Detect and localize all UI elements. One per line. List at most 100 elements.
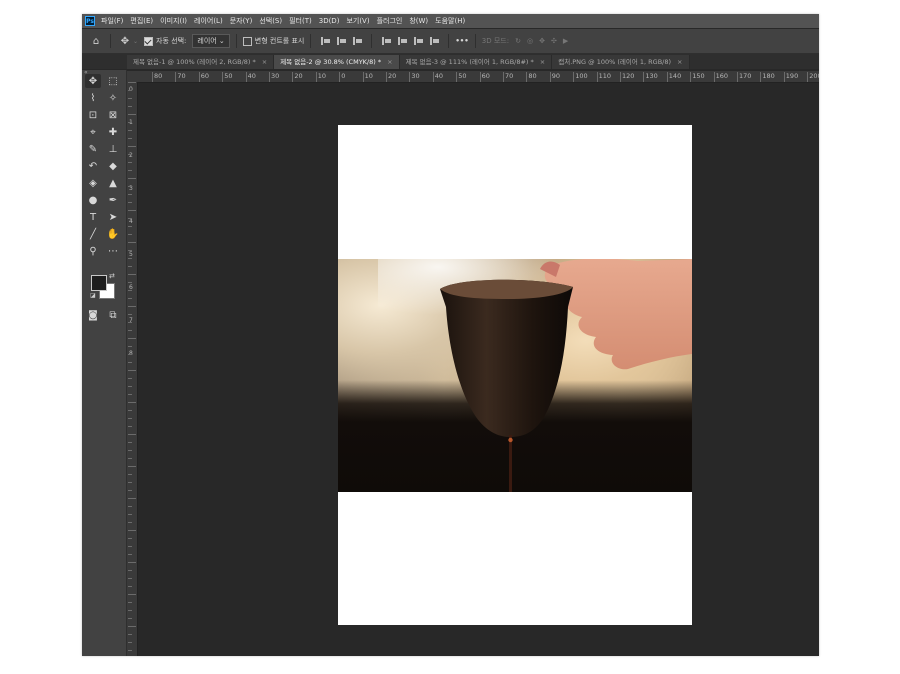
tab-label: 제목 없음-2 @ 30.8% (CMYK/8) * (280, 58, 382, 66)
tab-document-2[interactable]: 제목 없음-2 @ 30.8% (CMYK/8) * × (274, 55, 400, 69)
3d-roll-icon[interactable]: ◎ (527, 37, 533, 45)
close-icon[interactable]: × (677, 55, 682, 69)
tab-document-3[interactable]: 제목 없음-3 @ 111% (레이어 1, RGB/8#) * × (399, 55, 553, 69)
pen-tool-icon[interactable]: ✒ (105, 193, 121, 207)
more-options-button[interactable]: ••• (455, 37, 468, 45)
divider (474, 34, 476, 48)
3d-orbit-icon[interactable]: ↻ (515, 37, 521, 45)
type-tool-icon[interactable]: T (85, 210, 101, 224)
ruler-v-tick (128, 298, 132, 299)
document-canvas[interactable] (338, 125, 692, 625)
menu-bar: Ps 파일(F) 편집(E) 이미지(I) 레이어(L) 문자(Y) 선택(S)… (82, 14, 819, 28)
menu-file[interactable]: 파일(F) (101, 16, 123, 26)
crop-tool-icon[interactable]: ⊡ (85, 108, 101, 122)
align-bottom-icon[interactable] (412, 35, 424, 47)
blur-tool-icon[interactable]: ▲ (105, 176, 121, 190)
menu-type[interactable]: 문자(Y) (230, 16, 253, 26)
ruler-v-tick (128, 570, 132, 571)
align-top-icon[interactable] (380, 35, 392, 47)
marquee-tool-icon[interactable]: ⬚ (105, 74, 121, 88)
menu-image[interactable]: 이미지(I) (160, 16, 187, 26)
ruler-v-tick (128, 378, 132, 379)
move-tool-preset-icon[interactable]: ✥ (117, 33, 133, 49)
divider (235, 34, 237, 48)
stamp-tool-icon[interactable]: ⊥ (105, 142, 121, 156)
eyedropper-icon[interactable]: ⌖ (85, 125, 101, 139)
ruler-h-label: 180 (760, 72, 775, 82)
ruler-v-tick (128, 138, 132, 139)
ruler-v-tick (128, 194, 132, 195)
menu-select[interactable]: 선택(S) (259, 16, 282, 26)
align-center-icon[interactable] (335, 35, 347, 47)
lasso-tool-icon[interactable]: ⌇ (85, 91, 101, 105)
menu-help[interactable]: 도움말(H) (435, 16, 465, 26)
tab-capture-png[interactable]: 캡처.PNG @ 100% (레이어 1, RGB/8) × (552, 55, 690, 69)
ruler-h-label: 20 (292, 72, 303, 82)
ruler-v-label: 5 (129, 251, 133, 258)
path-select-icon[interactable]: ➤ (105, 210, 121, 224)
frame-tool-icon[interactable]: ⊠ (105, 108, 121, 122)
distribute-icon[interactable] (428, 35, 440, 47)
quick-mask-icon[interactable]: ◙ (85, 308, 101, 322)
ruler-v-tick (128, 234, 132, 235)
ruler-v-tick (128, 594, 136, 595)
eraser-tool-icon[interactable]: ◆ (105, 159, 121, 173)
ruler-v-tick (128, 98, 132, 99)
line-tool-icon[interactable]: ╱ (85, 227, 101, 241)
menu-filter[interactable]: 필터(T) (289, 16, 312, 26)
healing-brush-icon[interactable]: ✚ (105, 125, 121, 139)
vertical-ruler[interactable]: 012345678 (127, 82, 138, 656)
ruler-v-tick (128, 346, 132, 347)
chevron-down-icon[interactable]: ⌄ (133, 38, 138, 45)
horizontal-ruler[interactable]: 80 70 60 50 40 30 20 10 0 10 20 30 40 50 60 70 80 90 100 11… (138, 71, 819, 83)
3d-pan-icon[interactable]: ✥ (539, 37, 545, 45)
tab-document-1[interactable]: 제목 없음-1 @ 100% (레이어 2, RGB/8) * × (127, 55, 275, 69)
align-left-icon[interactable] (319, 35, 331, 47)
ruler-h-label: 60 (198, 72, 210, 82)
menu-plugins[interactable]: 플러그인 (377, 16, 403, 26)
more-tools-icon[interactable]: ⋯ (105, 244, 121, 258)
ruler-v-tick (128, 634, 132, 635)
hand-tool-icon[interactable]: ✋ (105, 227, 121, 241)
close-icon[interactable]: × (540, 55, 545, 69)
3d-camera-icon[interactable]: ▶ (563, 37, 568, 45)
menu-edit[interactable]: 편집(E) (130, 16, 153, 26)
close-icon[interactable]: × (262, 55, 267, 69)
home-icon[interactable]: ⌂ (88, 33, 104, 49)
screen-mode-icon[interactable]: ⧉ (105, 308, 121, 322)
ruler-v-tick (128, 610, 132, 611)
canvas-workspace[interactable] (138, 83, 819, 656)
menu-3d[interactable]: 3D(D) (319, 17, 340, 25)
dodge-tool-icon[interactable]: ● (85, 193, 101, 207)
ruler-v-tick (128, 162, 132, 163)
swap-colors-icon[interactable]: ⇄ (109, 272, 115, 280)
3d-slide-icon[interactable]: ✣ (551, 37, 557, 45)
ruler-h-label: 30 (409, 72, 420, 82)
auto-select-checkbox[interactable] (144, 36, 154, 46)
ruler-v-tick (128, 258, 132, 259)
menu-layer[interactable]: 레이어(L) (194, 16, 223, 26)
ruler-v-label: 4 (129, 218, 133, 225)
paint-bucket-icon[interactable]: ◈ (85, 176, 101, 190)
3d-mode-label: 3D 모드: (481, 37, 510, 45)
brush-tool-icon[interactable]: ✎ (85, 142, 101, 156)
close-icon[interactable]: × (387, 55, 392, 69)
ruler-h-label: 0 (339, 72, 346, 82)
transform-controls-checkbox[interactable] (242, 36, 252, 46)
foreground-color-swatch[interactable] (91, 275, 107, 291)
move-tool-icon[interactable]: ✥ (85, 74, 101, 88)
coffee-cup-photo[interactable] (338, 259, 692, 492)
divider (371, 34, 373, 48)
align-right-icon[interactable] (351, 35, 363, 47)
menu-view[interactable]: 보기(V) (346, 16, 369, 26)
zoom-tool-icon[interactable]: ⚲ (85, 244, 101, 258)
ruler-h-label: 60 (479, 72, 490, 82)
ruler-v-tick (128, 562, 136, 563)
menu-window[interactable]: 창(W) (409, 16, 428, 26)
auto-select-dropdown[interactable]: 레이어 ⌄ (192, 34, 230, 48)
photoshop-window: Ps 파일(F) 편집(E) 이미지(I) 레이어(L) 문자(Y) 선택(S)… (82, 14, 819, 656)
align-middle-icon[interactable] (396, 35, 408, 47)
magic-wand-icon[interactable]: ✧ (105, 91, 121, 105)
default-colors-icon[interactable]: ◪ (90, 292, 96, 299)
history-brush-icon[interactable]: ↶ (85, 159, 101, 173)
